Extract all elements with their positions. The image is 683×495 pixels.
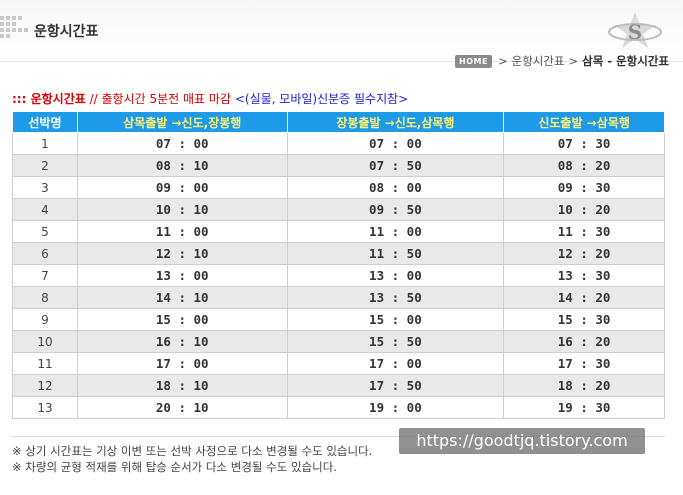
ship-number-cell: 13: [12, 396, 78, 419]
table-row: 8 14 : 10 13 : 50 14 : 20: [12, 286, 665, 309]
ship-number-cell: 8: [12, 286, 78, 309]
departure-time-cell: 15 : 00: [286, 308, 505, 331]
timetable: 선박명 삼목출발 →신도,장봉행 장봉출발 →신도,삼목행 신도출발 →삼목행 …: [12, 111, 665, 419]
departure-time-cell: 14 : 10: [76, 286, 288, 309]
column-header-sammok: 삼목출발 →신도,장봉행: [76, 111, 288, 133]
departure-time-cell: 13 : 00: [76, 264, 288, 287]
breadcrumb-separator: >: [497, 54, 508, 68]
departure-time-cell: 10 : 20: [503, 198, 665, 221]
ship-number-cell: 12: [12, 374, 78, 397]
ship-number-cell: 2: [12, 154, 78, 177]
table-row: 5 11 : 00 11 : 00 11 : 30: [12, 220, 665, 243]
departure-time-cell: 13 : 50: [286, 286, 505, 309]
svg-text:S: S: [628, 20, 642, 44]
departure-time-cell: 11 : 50: [286, 242, 505, 265]
breadcrumb: HOME > 운항시간표 > 삼목 - 운항시간표: [455, 53, 669, 69]
departure-time-cell: 17 : 00: [286, 352, 505, 375]
table-row: 12 18 : 10 17 : 50 18 : 20: [12, 374, 665, 397]
departure-time-cell: 15 : 30: [503, 308, 665, 331]
departure-time-cell: 17 : 30: [503, 352, 665, 375]
departure-time-cell: 09 : 30: [503, 176, 665, 199]
departure-time-cell: 07 : 00: [76, 132, 288, 155]
table-row: 7 13 : 00 13 : 00 13 : 30: [12, 264, 665, 287]
notice-deadline: // 출항시간 5분전 매표 마감: [89, 92, 231, 106]
departure-time-cell: 11 : 30: [503, 220, 665, 243]
ship-number-cell: 3: [12, 176, 78, 199]
ship-number-cell: 11: [12, 352, 78, 375]
breadcrumb-item[interactable]: 운항시간표: [512, 53, 565, 69]
departure-time-cell: 17 : 50: [286, 374, 505, 397]
table-row: 11 17 : 00 17 : 00 17 : 30: [12, 352, 665, 375]
departure-time-cell: 07 : 00: [286, 132, 505, 155]
departure-time-cell: 07 : 30: [503, 132, 665, 155]
column-header-ship: 선박명: [12, 111, 78, 133]
notice-title: ::: 운항시간표: [12, 92, 86, 106]
departure-time-cell: 17 : 00: [76, 352, 288, 375]
breadcrumb-separator: >: [568, 54, 579, 68]
notice-id-required: <(실물, 모바일)신분증 필수지참>: [234, 92, 409, 106]
departure-time-cell: 15 : 50: [286, 330, 505, 353]
departure-time-cell: 18 : 10: [76, 374, 288, 397]
departure-time-cell: 18 : 20: [503, 374, 665, 397]
departure-time-cell: 08 : 20: [503, 154, 665, 177]
departure-time-cell: 11 : 00: [286, 220, 505, 243]
breadcrumb-current: 삼목 - 운항시간표: [582, 54, 669, 68]
ship-number-cell: 7: [12, 264, 78, 287]
departure-time-cell: 15 : 00: [76, 308, 288, 331]
s-star-logo-icon: S: [608, 12, 662, 48]
departure-time-cell: 20 : 10: [76, 396, 288, 419]
table-row: 1 07 : 00 07 : 00 07 : 30: [12, 132, 665, 155]
departure-time-cell: 10 : 10: [76, 198, 288, 221]
footer-note: ※ 차량의 균형 적재를 위해 탑승 순서가 다소 변경될 수도 있습니다.: [12, 460, 337, 474]
departure-time-cell: 19 : 00: [286, 396, 505, 419]
ship-number-cell: 10: [12, 330, 78, 353]
departure-time-cell: 07 : 50: [286, 154, 505, 177]
table-row: 4 10 : 10 09 : 50 10 : 20: [12, 198, 665, 221]
departure-time-cell: 09 : 00: [76, 176, 288, 199]
watermark: https://goodtjq.tistory.com: [399, 428, 645, 454]
table-row: 9 15 : 00 15 : 00 15 : 30: [12, 308, 665, 331]
departure-time-cell: 12 : 20: [503, 242, 665, 265]
table-row: 13 20 : 10 19 : 00 19 : 30: [12, 396, 665, 419]
footer-note: ※ 상기 시간표는 기상 이변 또는 선박 사정으로 다소 변경될 수도 있습니…: [12, 444, 373, 458]
departure-time-cell: 16 : 20: [503, 330, 665, 353]
departure-time-cell: 13 : 30: [503, 264, 665, 287]
ship-number-cell: 1: [12, 132, 78, 155]
departure-time-cell: 09 : 50: [286, 198, 505, 221]
departure-time-cell: 13 : 00: [286, 264, 505, 287]
ship-number-cell: 6: [12, 242, 78, 265]
ship-number-cell: 4: [12, 198, 78, 221]
notice-line: ::: 운항시간표 // 출항시간 5분전 매표 마감 <(실물, 모바일)신분…: [12, 90, 408, 107]
departure-time-cell: 14 : 20: [503, 286, 665, 309]
departure-time-cell: 11 : 00: [76, 220, 288, 243]
ship-number-cell: 5: [12, 220, 78, 243]
table-row: 2 08 : 10 07 : 50 08 : 20: [12, 154, 665, 177]
column-header-sindo: 신도출발 →삼목행: [503, 111, 665, 133]
departure-time-cell: 12 : 10: [76, 242, 288, 265]
departure-time-cell: 08 : 00: [286, 176, 505, 199]
column-header-jangbong: 장봉출발 →신도,삼목행: [286, 111, 505, 133]
departure-time-cell: 08 : 10: [76, 154, 288, 177]
departure-time-cell: 19 : 30: [503, 396, 665, 419]
table-row: 3 09 : 00 08 : 00 09 : 30: [12, 176, 665, 199]
departure-time-cell: 16 : 10: [76, 330, 288, 353]
timetable-header-row: 선박명 삼목출발 →신도,장봉행 장봉출발 →신도,삼목행 신도출발 →삼목행: [12, 111, 665, 133]
table-row: 10 16 : 10 15 : 50 16 : 20: [12, 330, 665, 353]
dots-grid-icon: [0, 16, 30, 44]
table-row: 6 12 : 10 11 : 50 12 : 20: [12, 242, 665, 265]
page-title: 운항시간표: [34, 24, 99, 40]
home-link[interactable]: HOME: [455, 54, 492, 68]
ship-number-cell: 9: [12, 308, 78, 331]
footer-notes: ※ 상기 시간표는 기상 이변 또는 선박 사정으로 다소 변경될 수도 있습니…: [12, 443, 372, 475]
